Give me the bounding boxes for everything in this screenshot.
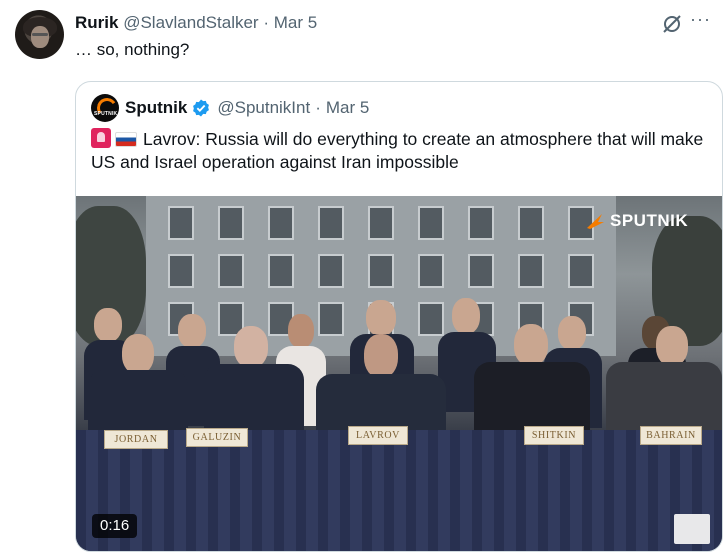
nameplate: GALUZIN [186,428,248,447]
sputnik-logo-icon [587,214,604,229]
nameplate: JORDAN [104,430,168,449]
quote-author-handle[interactable]: @SputnikInt [217,98,310,118]
tweet-header: Rurik @SlavlandStalker · Mar 5 [75,13,317,33]
video-player[interactable]: JORDAN GALUZIN LAVROV SHITKIN BAHRAIN SP… [76,196,722,551]
nameplate: SHITKIN [524,426,584,445]
conference-table [76,430,722,551]
quote-text: Lavrov: Russia will do everything to cre… [91,129,704,172]
quote-separator-dot: · [315,98,321,117]
grok-icon[interactable] [660,12,684,36]
quoted-tweet[interactable]: SPUTNIK Sputnik @SputnikInt · Mar 5 Lavr… [75,81,723,552]
siren-emoji [91,128,111,148]
author-name[interactable]: Rurik [75,13,118,32]
quote-author-avatar[interactable]: SPUTNIK [91,94,119,122]
verified-badge-icon [193,99,210,117]
author-handle[interactable]: @SlavlandStalker [123,13,258,32]
quote-text-block: Lavrov: Russia will do everything to cre… [91,128,711,174]
more-icon[interactable]: ··· [690,9,710,33]
video-corner-thumbnail [674,514,710,544]
tweet-date[interactable]: Mar 5 [274,13,317,32]
quote-author-name[interactable]: Sputnik [125,98,187,118]
video-duration: 0:16 [92,514,138,538]
quote-header: SPUTNIK Sputnik @SputnikInt · Mar 5 [91,94,369,122]
russia-flag-emoji [115,132,137,147]
separator-dot: · [263,13,269,32]
quote-date[interactable]: Mar 5 [326,98,369,118]
tweet-text: … so, nothing? [75,40,190,59]
nameplate: LAVROV [348,426,408,445]
author-avatar[interactable] [15,10,64,59]
sputnik-watermark: SPUTNIK [584,210,688,232]
nameplate: BAHRAIN [640,426,702,445]
